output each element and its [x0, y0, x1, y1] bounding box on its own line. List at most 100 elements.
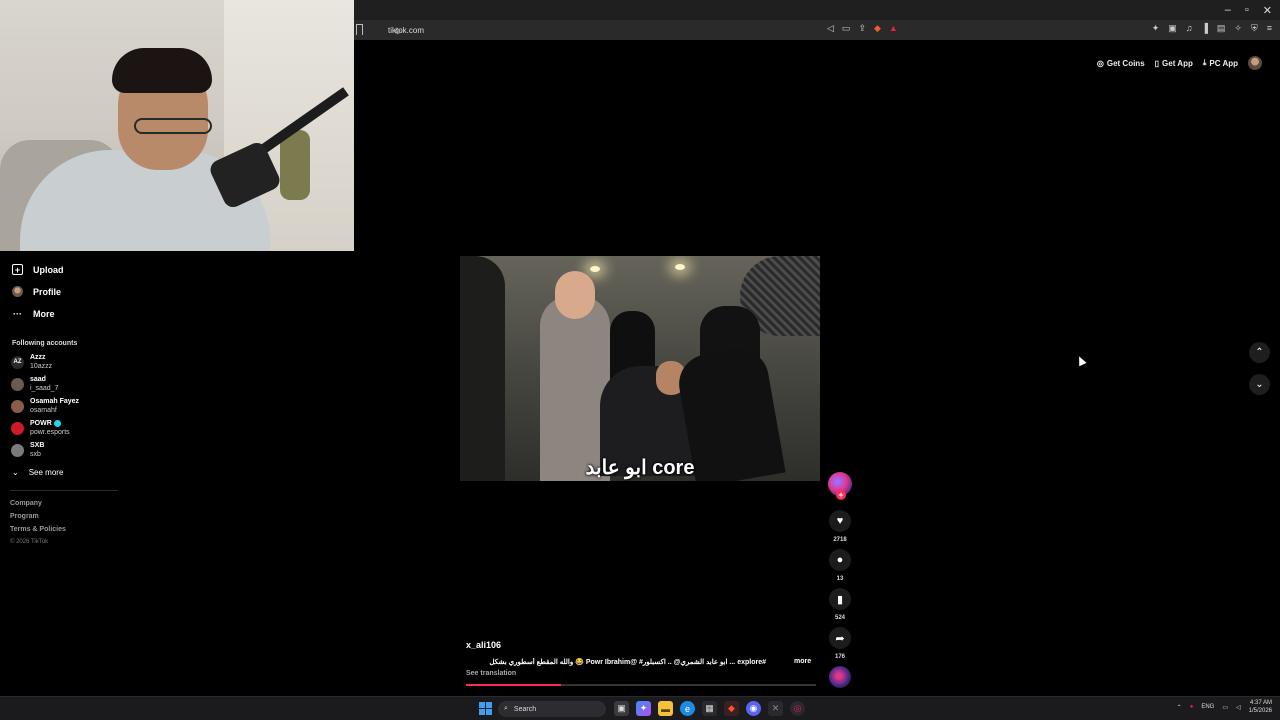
windows-start-icon[interactable]: [479, 702, 492, 715]
like-count: 2718: [833, 537, 847, 543]
sidebar-item-more[interactable]: ··· More: [12, 308, 55, 319]
window-controls: – ▫ ✕: [1225, 4, 1272, 17]
restore-button[interactable]: ▫: [1245, 4, 1249, 17]
chevron-down-icon: ⌄: [1255, 379, 1264, 390]
share-icon[interactable]: ⇪: [858, 23, 866, 34]
cast-icon[interactable]: ▭: [842, 23, 851, 34]
verified-icon: [53, 419, 61, 427]
following-account[interactable]: SXB sxb: [11, 441, 44, 459]
get-app-button[interactable]: ▯ Get App: [1155, 59, 1193, 68]
file-explorer-icon[interactable]: ▬: [658, 701, 673, 716]
comment-button[interactable]: ●: [829, 549, 851, 571]
video-progress-bar[interactable]: [466, 684, 816, 686]
taskbar-search[interactable]: ⌕ Search: [498, 701, 606, 717]
following-account[interactable]: saad i_saad_7: [11, 375, 58, 393]
plus-icon: +: [12, 264, 23, 275]
address-bar[interactable]: ⚙ tiktok.com: [374, 22, 1264, 38]
share-button[interactable]: ➦: [829, 627, 851, 649]
media-icon[interactable]: ♫: [1186, 23, 1193, 34]
heart-icon: ♥: [836, 515, 844, 527]
mute-icon[interactable]: ◁: [827, 23, 834, 34]
coin-icon: ◎: [1096, 58, 1104, 68]
close-button[interactable]: ✕: [1263, 4, 1272, 17]
chevron-down-icon: ⌄: [12, 468, 19, 477]
sidebar-item-upload[interactable]: + Upload: [12, 264, 64, 275]
wallet-icon[interactable]: ▤: [1217, 23, 1226, 34]
footer-link-terms[interactable]: Terms & Policies: [10, 526, 66, 533]
like-button[interactable]: ♥: [829, 510, 851, 532]
vpn-icon[interactable]: ⛨: [1251, 23, 1258, 34]
video-description: #explore ... ابو عابد الشمري@ .. اكسبلور…: [489, 659, 766, 666]
download-icon: ⤓: [1202, 58, 1207, 67]
share-count: 176: [834, 654, 845, 660]
mouse-cursor-icon: [1075, 354, 1087, 367]
site-settings-icon[interactable]: ⚙: [394, 27, 401, 36]
xbox-icon[interactable]: ✕: [768, 701, 783, 716]
ellipsis-icon: ···: [13, 308, 22, 319]
next-video-button[interactable]: ⌄: [1249, 374, 1270, 395]
search-icon: ⌕: [504, 705, 508, 712]
avatar: [12, 286, 23, 297]
tiktok-header: ◎ Get Coins ▯ Get App ⤓ PC App: [1097, 56, 1262, 70]
save-button[interactable]: ▮: [829, 588, 851, 610]
pc-app-button[interactable]: ⤓ PC App: [1203, 58, 1238, 68]
microphone-icon[interactable]: ●: [1190, 704, 1194, 710]
more-button[interactable]: more: [794, 658, 811, 665]
following-account[interactable]: AZ Azzz 10azzz: [11, 353, 52, 371]
following-accounts-title: Following accounts: [12, 340, 78, 347]
chevron-up-icon: ⌃: [1255, 347, 1264, 358]
edge-icon[interactable]: e: [680, 701, 695, 716]
webcam-overlay: [0, 0, 354, 251]
see-translation-button[interactable]: See translation: [466, 670, 516, 677]
video-username[interactable]: x_ali106: [466, 640, 501, 650]
get-coins-button[interactable]: ◎ Get Coins: [1097, 59, 1145, 68]
clock[interactable]: 4:37 AM 1/5/2026: [1249, 699, 1272, 715]
avatar: [11, 421, 24, 435]
share-arrow-icon: ➦: [835, 632, 845, 645]
system-tray: ⌃ ● ENG ▭ ◁ 4:37 AM 1/5/2026: [1177, 699, 1272, 715]
language-indicator[interactable]: ENG: [1201, 704, 1214, 710]
profile-avatar[interactable]: [1248, 56, 1262, 70]
following-account[interactable]: Osamah Fayez osamahf: [11, 397, 79, 415]
sidebar: + Upload Profile ··· More Following acco…: [0, 251, 120, 691]
menu-icon[interactable]: ≡: [1267, 23, 1272, 34]
divider: [10, 490, 118, 491]
bookmark-icon[interactable]: [356, 24, 363, 35]
task-view-icon[interactable]: ▣: [614, 701, 629, 716]
avatar: [11, 399, 24, 413]
leo-icon[interactable]: ✧: [1234, 23, 1242, 34]
copilot-icon[interactable]: ✦: [636, 701, 651, 716]
brave-shield-icon[interactable]: ◆: [874, 23, 881, 34]
follow-plus-icon[interactable]: +: [836, 490, 846, 500]
store-icon[interactable]: ▦: [702, 701, 717, 716]
chevron-up-icon[interactable]: ⌃: [1177, 704, 1182, 711]
footer-link-program[interactable]: Program: [10, 513, 39, 520]
network-icon[interactable]: ▭: [1222, 704, 1228, 711]
discord-icon[interactable]: ◉: [746, 701, 761, 716]
minimize-button[interactable]: –: [1225, 4, 1231, 17]
windows-taskbar: ⌕ Search ▣ ✦ ▬ e ▦ ◆ ◉ ✕ ◎ ⌃ ● ENG ▭ ◁ 4…: [0, 696, 1280, 720]
volume-icon[interactable]: ◁: [1236, 704, 1241, 711]
avatar: AZ: [11, 355, 24, 369]
obs-icon[interactable]: ◎: [790, 701, 805, 716]
sidebar-toggle-icon[interactable]: ▐: [1202, 23, 1208, 34]
music-disc-icon[interactable]: [829, 666, 851, 688]
rewards-icon[interactable]: ▲: [889, 23, 898, 34]
tab-icon[interactable]: ▣: [1168, 23, 1177, 34]
comment-icon: ●: [836, 554, 844, 566]
see-more-button[interactable]: ⌄ See more: [12, 468, 63, 477]
copyright: © 2026 TikTok: [10, 539, 49, 545]
sidebar-item-profile[interactable]: Profile: [12, 286, 61, 297]
brave-icon[interactable]: ◆: [724, 701, 739, 716]
extensions-icon[interactable]: ✦: [1152, 23, 1160, 34]
following-account[interactable]: POWR powr.esports: [11, 419, 70, 437]
previous-video-button[interactable]: ⌃: [1249, 342, 1270, 363]
avatar: [11, 443, 24, 457]
video-player[interactable]: ابو عابد core: [460, 256, 820, 481]
video-caption: ابو عابد core: [585, 457, 695, 479]
browser-toolbar: – ▫ ✕ ⚙ tiktok.com ◁ ▭ ⇪ ◆ ▲ ✦ ▣ ♫ ▐ ▤ ✧…: [354, 0, 1280, 40]
video-progress-fill: [466, 684, 561, 686]
avatar: [11, 377, 24, 391]
footer-link-company[interactable]: Company: [10, 500, 42, 507]
save-count: 524: [834, 615, 845, 621]
